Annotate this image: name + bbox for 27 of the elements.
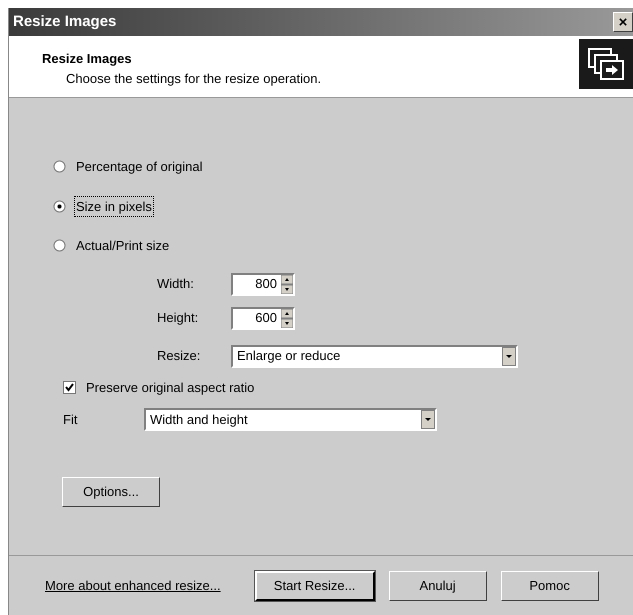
dialog-button[interactable]: Pomoc [500, 570, 599, 600]
spinner-arrows-icon[interactable] [281, 274, 293, 294]
help-link[interactable]: More about enhanced resize... [45, 576, 221, 596]
radio-label[interactable]: Actual/Print size [74, 235, 172, 256]
radio-label[interactable]: Size in pixels [74, 196, 154, 217]
checkbox[interactable] [63, 380, 76, 394]
field-label: Width: [157, 275, 195, 294]
spinner-arrows-icon[interactable] [281, 308, 293, 328]
options-button[interactable]: Options... [62, 477, 160, 507]
close-button[interactable]: × [613, 12, 633, 32]
radio-button[interactable] [53, 160, 66, 174]
dialog-button[interactable]: Anuluj [388, 570, 487, 600]
field-label: Resize: [157, 347, 202, 366]
field-label: Height: [157, 309, 200, 328]
field-label: Fit [63, 410, 78, 429]
fit-dropdown[interactable]: Width and height [144, 408, 437, 431]
resize-dropdown[interactable]: Enlarge or reduce [231, 344, 518, 368]
radio-label[interactable]: Percentage of original [74, 156, 204, 178]
width-field[interactable]: 800 [231, 272, 295, 296]
checkbox-label[interactable]: Preserve original aspect ratio [86, 378, 254, 397]
dialog-button[interactable]: Start Resize... [254, 570, 375, 600]
header-subtitle: Choose the settings for the resize operation. [65, 70, 322, 88]
radio-button[interactable] [53, 239, 66, 252]
radio-button[interactable] [53, 200, 66, 213]
header-title: Resize Images [42, 50, 133, 68]
height-field[interactable]: 600 [231, 306, 295, 330]
window-title: Resize Images [13, 12, 116, 32]
